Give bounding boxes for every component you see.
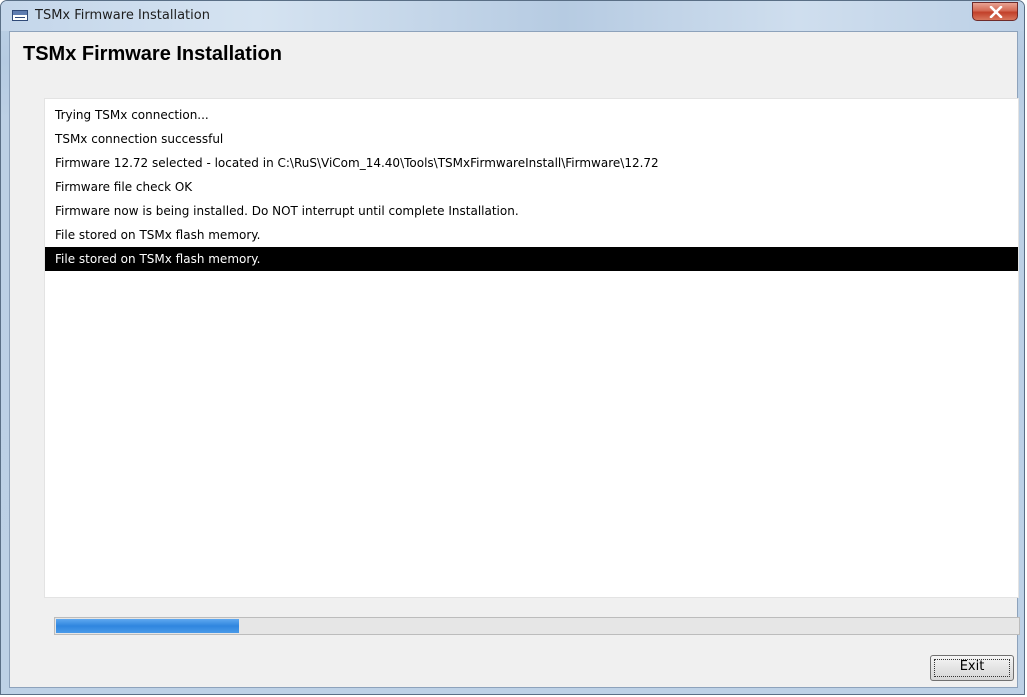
progress-bar — [54, 617, 1020, 635]
installer-window: TSMx Firmware Installation TSMx Firmware… — [0, 0, 1025, 695]
exit-button[interactable]: Exit — [930, 655, 1014, 681]
exit-button-label: Exit — [959, 659, 985, 674]
log-line[interactable]: File stored on TSMx flash memory. — [45, 223, 1018, 247]
installation-log[interactable]: Trying TSMx connection... TSMx connectio… — [44, 98, 1019, 598]
close-icon — [989, 6, 1003, 18]
window-title: TSMx Firmware Installation — [35, 8, 210, 23]
log-line[interactable]: Firmware now is being installed. Do NOT … — [45, 199, 1018, 223]
log-line[interactable]: TSMx connection successful — [45, 127, 1018, 151]
log-line[interactable]: Firmware 12.72 selected - located in C:\… — [45, 151, 1018, 175]
log-line[interactable]: Trying TSMx connection... — [45, 103, 1018, 127]
progress-fill — [56, 619, 239, 633]
log-line-selected[interactable]: File stored on TSMx flash memory. — [45, 247, 1018, 271]
log-line[interactable]: Firmware file check OK — [45, 175, 1018, 199]
close-button[interactable] — [972, 2, 1018, 21]
page-title: TSMx Firmware Installation — [23, 43, 282, 65]
title-bar[interactable]: TSMx Firmware Installation — [1, 1, 1024, 31]
firmware-app-icon — [12, 10, 28, 21]
